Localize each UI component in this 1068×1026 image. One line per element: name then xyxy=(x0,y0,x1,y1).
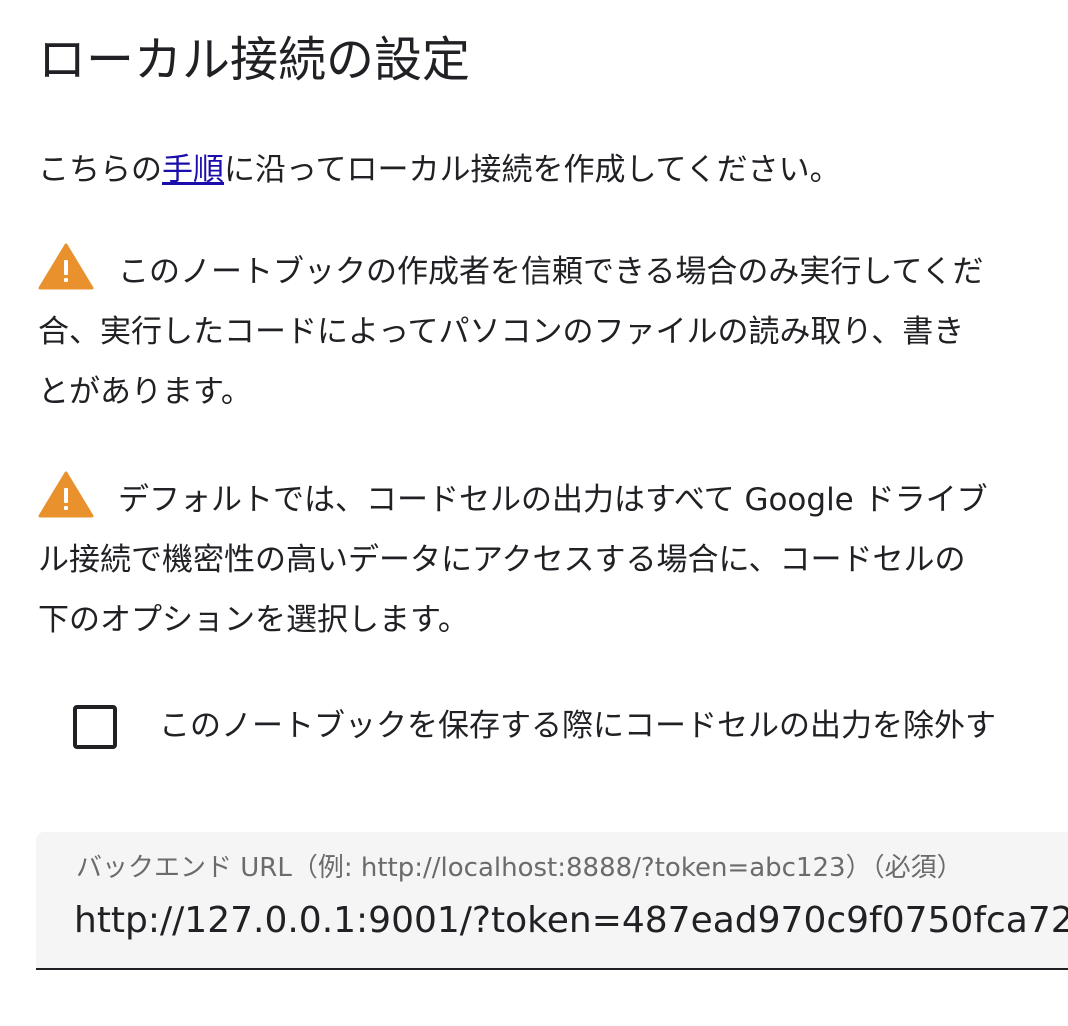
backend-url-label: バックエンド URL（例: http://localhost:8888/?tok… xyxy=(76,853,963,883)
trust-warning-line-1: このノートブックの作成者を信頼できる場合のみ実行してくだ xyxy=(38,242,1068,302)
intro-text-after: に沿ってローカル接続を作成してください。 xyxy=(224,152,841,188)
output-warning-text-3: 下のオプションを選択します。 xyxy=(38,602,469,638)
warning-icon xyxy=(38,471,94,518)
instructions-link[interactable]: 手順 xyxy=(162,152,224,188)
omit-output-checkbox[interactable] xyxy=(73,705,117,749)
output-warning: デフォルトでは、コードセルの出力はすべて Google ドライブ ル接続で機密性… xyxy=(38,470,1068,650)
intro-text-before: こちらの xyxy=(38,152,162,188)
trust-warning-text-1: このノートブックの作成者を信頼できる場合のみ実行してくだ xyxy=(118,254,984,290)
trust-warning: このノートブックの作成者を信頼できる場合のみ実行してくだ 合、実行したコードによ… xyxy=(38,242,1068,422)
dialog-title: ローカル接続の設定 xyxy=(38,32,471,88)
trust-warning-text-2: 合、実行したコードによってパソコンのファイルの読み取り、書き xyxy=(38,314,965,350)
output-warning-text-1: デフォルトでは、コードセルの出力はすべて Google ドライブ xyxy=(118,482,988,518)
output-warning-text-2: ル接続で機密性の高いデータにアクセスする場合に、コードセルの xyxy=(38,542,966,578)
omit-output-label: このノートブックを保存する際にコードセルの出力を除外す xyxy=(159,708,996,744)
trust-warning-text-3: とがあります。 xyxy=(38,374,252,410)
backend-url-field[interactable]: バックエンド URL（例: http://localhost:8888/?tok… xyxy=(36,832,1068,970)
warning-icon xyxy=(38,243,94,290)
intro-text: こちらの手順に沿ってローカル接続を作成してください。 xyxy=(38,140,841,200)
output-warning-line-1: デフォルトでは、コードセルの出力はすべて Google ドライブ xyxy=(38,470,1068,530)
backend-url-input[interactable] xyxy=(74,894,1068,946)
